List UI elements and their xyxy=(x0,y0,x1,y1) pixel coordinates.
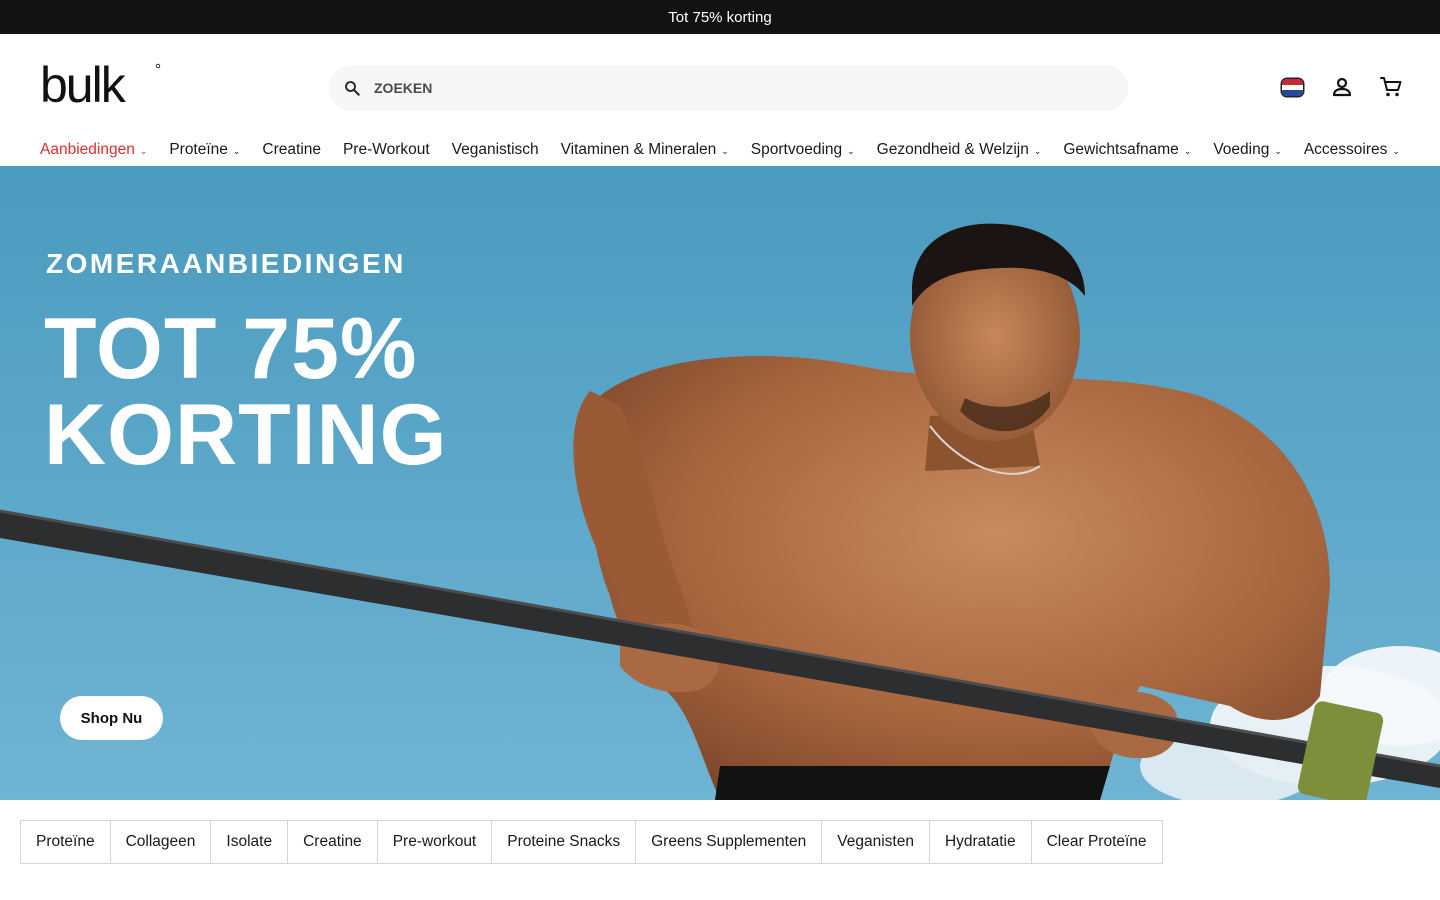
nav-item-voeding[interactable]: Voeding ⌄ xyxy=(1213,141,1282,159)
category-chip-creatine[interactable]: Creatine xyxy=(287,820,378,864)
nav-item-veganistisch[interactable]: Veganistisch xyxy=(452,141,539,159)
nav-label: Aanbiedingen xyxy=(40,141,135,158)
nav-item-gezondheid-welzijn[interactable]: Gezondheid & Welzijn ⌄ xyxy=(877,141,1042,159)
nav-label: Gewichtsafname xyxy=(1063,141,1179,158)
nav-label: Accessoires xyxy=(1303,141,1388,158)
nav-item-pre-workout[interactable]: Pre-Workout xyxy=(343,141,430,159)
category-chip-proteine[interactable]: Proteïne xyxy=(20,820,111,864)
bulk-logo[interactable]: bulk xyxy=(40,62,164,110)
nav-label: Pre-Workout xyxy=(342,141,430,158)
hero-banner[interactable]: ZOMERAANBIEDINGEN TOT 75% KORTING Shop N… xyxy=(0,166,1440,800)
chevron-down-icon: ⌄ xyxy=(1392,145,1400,156)
nav-item-creatine[interactable]: Creatine xyxy=(262,141,321,159)
category-chip-row: Proteïne Collageen Isolate Creatine Pre-… xyxy=(20,820,1163,864)
nav-label: Proteïne xyxy=(169,141,228,158)
nav-label: Veganistisch xyxy=(451,141,539,158)
nav-item-vitaminen-mineralen[interactable]: Vitaminen & Mineralen ⌄ xyxy=(561,141,729,159)
nav-label: Vitaminen & Mineralen xyxy=(560,141,717,158)
search-input[interactable] xyxy=(374,65,1114,111)
hero-eyebrow: ZOMERAANBIEDINGEN xyxy=(46,248,406,279)
category-chip-pre-workout[interactable]: Pre-workout xyxy=(376,820,493,864)
category-chip-greens-supplementen[interactable]: Greens Supplementen xyxy=(635,820,823,864)
nav-label: Voeding xyxy=(1213,141,1270,158)
search-bar[interactable] xyxy=(329,65,1128,111)
nav-item-accessoires[interactable]: Accessoires ⌄ xyxy=(1304,141,1400,159)
nav-item-proteine[interactable]: Proteïne ⌄ xyxy=(169,141,240,159)
hero-title: TOT 75% KORTING xyxy=(44,306,564,478)
site-header: bulk xyxy=(0,34,1440,134)
chevron-down-icon: ⌄ xyxy=(1274,145,1282,156)
hero-title-line-2: KORTING xyxy=(44,387,448,483)
chevron-down-icon: ⌄ xyxy=(721,145,729,156)
announcement-text: Tot 75% korting xyxy=(668,8,772,26)
nav-item-aanbiedingen[interactable]: Aanbiedingen ⌄ xyxy=(40,141,147,159)
nav-item-sportvoeding[interactable]: Sportvoeding ⌄ xyxy=(751,141,855,159)
chevron-down-icon: ⌄ xyxy=(139,145,148,156)
chevron-down-icon: ⌄ xyxy=(232,145,241,156)
category-chip-hydratatie[interactable]: Hydratatie xyxy=(928,820,1032,864)
nav-label: Gezondheid & Welzijn xyxy=(876,141,1029,158)
category-chip-isolate[interactable]: Isolate xyxy=(210,820,289,864)
hero-title-line-1: TOT 75% xyxy=(44,301,418,397)
shop-now-button[interactable]: Shop Nu xyxy=(60,696,163,740)
account-icon[interactable] xyxy=(1330,75,1354,99)
search-icon[interactable] xyxy=(343,79,361,97)
category-chip-clear-proteine[interactable]: Clear Proteïne xyxy=(1030,820,1163,864)
chevron-down-icon: ⌄ xyxy=(1033,145,1042,156)
category-chip-proteine-snacks[interactable]: Proteine Snacks xyxy=(491,820,637,864)
cart-icon[interactable] xyxy=(1379,75,1403,99)
category-chip-collageen[interactable]: Collageen xyxy=(109,820,212,864)
netherlands-flag-icon[interactable] xyxy=(1282,79,1303,96)
nav-label: Sportvoeding xyxy=(750,141,843,158)
main-navigation: Aanbiedingen ⌄ Proteïne ⌄ Creatine Pre-Wor… xyxy=(0,134,1440,166)
nav-item-gewichtsafname[interactable]: Gewichtsafname ⌄ xyxy=(1063,141,1191,159)
nav-label: Creatine xyxy=(262,141,322,158)
logo-text: bulk xyxy=(40,62,127,110)
category-chip-veganisten[interactable]: Veganisten xyxy=(821,820,930,864)
chevron-down-icon: ⌄ xyxy=(847,145,855,156)
chevron-down-icon: ⌄ xyxy=(1183,145,1192,156)
announcement-bar: Tot 75% korting xyxy=(0,0,1440,34)
